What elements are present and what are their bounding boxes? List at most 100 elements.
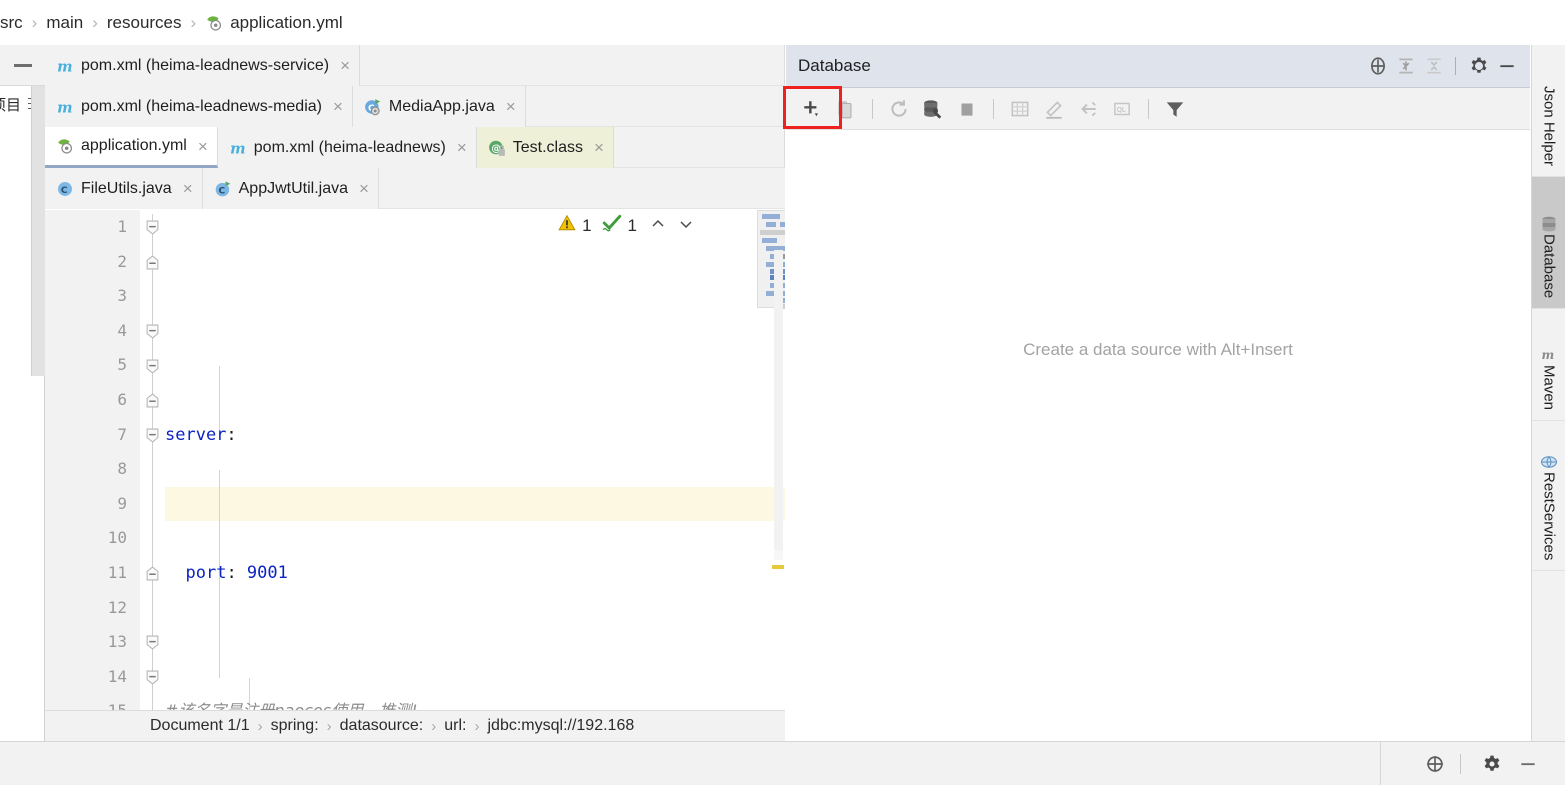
svg-text:m: m bbox=[1542, 348, 1555, 362]
inspection-ok-icon[interactable] bbox=[602, 214, 622, 237]
code-token: server bbox=[165, 424, 227, 445]
close-icon[interactable]: × bbox=[506, 98, 516, 115]
close-icon[interactable]: × bbox=[457, 139, 467, 156]
chevron-right-icon: › bbox=[326, 717, 332, 735]
close-icon[interactable]: × bbox=[594, 139, 604, 156]
breadcrumb-item-resources[interactable]: resources bbox=[107, 13, 182, 33]
structure-crumb-spring[interactable]: spring: bbox=[271, 717, 319, 735]
structure-crumb-url[interactable]: url: bbox=[444, 717, 466, 735]
editor-tab-pom-leadnews[interactable]: m pom.xml (heima-leadnews) × bbox=[217, 127, 477, 168]
warning-count: 1 bbox=[582, 215, 592, 235]
fold-marker-end[interactable] bbox=[145, 566, 160, 581]
scrollbar-thumb[interactable] bbox=[774, 250, 783, 550]
line-number: 6 bbox=[117, 390, 127, 409]
sidebar-item-json-helper[interactable]: Json Helper bbox=[1532, 45, 1565, 177]
editor-tab-mediaapp-java[interactable]: C MediaApp.java × bbox=[352, 86, 526, 127]
chevron-right-icon: › bbox=[190, 12, 197, 32]
fold-marker-end[interactable] bbox=[145, 393, 160, 408]
hide-minimize-icon[interactable] bbox=[1494, 53, 1520, 79]
fold-marker-collapse[interactable] bbox=[145, 220, 160, 235]
close-icon[interactable]: × bbox=[183, 180, 193, 197]
chevron-right-icon: › bbox=[474, 717, 480, 735]
breadcrumb-item-application-yml[interactable]: application.yml bbox=[205, 13, 343, 33]
fold-marker-end[interactable] bbox=[145, 255, 160, 270]
code-line-1: server: bbox=[165, 418, 785, 453]
code-text[interactable]: server: port: 9001 #该名字是注册naocos使用，推测! s… bbox=[165, 210, 785, 741]
gear-icon[interactable] bbox=[1477, 749, 1507, 779]
fold-marker-collapse[interactable] bbox=[145, 635, 160, 650]
editor-tab-test-class[interactable]: @ Test.class × bbox=[476, 127, 614, 168]
status-divider bbox=[1460, 753, 1461, 774]
duplicate-button[interactable] bbox=[830, 94, 862, 124]
editor-tab-pom-media[interactable]: m pom.xml (heima-leadnews-media) × bbox=[45, 86, 353, 127]
database-panel-header: Database bbox=[786, 45, 1530, 88]
add-data-source-button[interactable] bbox=[796, 94, 828, 124]
open-table-editor-button[interactable] bbox=[1004, 94, 1036, 124]
code-token: : bbox=[226, 562, 247, 583]
editor-region: m pom.xml (heima-leadnews-service) × m p… bbox=[45, 45, 785, 741]
inspection-ok-count: 1 bbox=[627, 215, 637, 235]
chevron-up-icon[interactable] bbox=[647, 216, 669, 236]
right-tool-strip: Json Helper Database Maven m RestService… bbox=[1531, 45, 1565, 741]
structure-crumb-url-value[interactable]: jdbc:mysql://192.168 bbox=[487, 717, 634, 735]
breadcrumb-item-src[interactable]: src bbox=[0, 13, 23, 33]
toolbar-divider bbox=[1455, 57, 1456, 75]
collapse-all-icon[interactable] bbox=[1421, 53, 1447, 79]
jump-to-editor-button[interactable] bbox=[1072, 94, 1104, 124]
inspection-widget: 1 1 bbox=[558, 214, 697, 237]
chevron-down-icon[interactable] bbox=[675, 216, 697, 236]
line-number: 4 bbox=[117, 320, 127, 340]
close-icon[interactable]: × bbox=[333, 98, 343, 115]
editor-tab-pom-service[interactable]: m pom.xml (heima-leadnews-service) × bbox=[45, 45, 361, 86]
locate-target-icon[interactable] bbox=[1365, 53, 1391, 79]
code-editor[interactable]: 1 2 3 4 5 6 7 8 9 10 11 12 13 14 15 bbox=[45, 210, 785, 741]
database-toolbar: QL bbox=[786, 88, 1530, 130]
line-number: 13 bbox=[107, 632, 127, 652]
document-position[interactable]: Document 1/1 bbox=[150, 717, 250, 735]
sidebar-item-database[interactable]: Database bbox=[1532, 177, 1565, 309]
warning-marker-tick[interactable] bbox=[772, 565, 784, 569]
svg-text:m: m bbox=[57, 58, 72, 74]
sidebar-item-label: Database bbox=[1540, 233, 1558, 298]
hide-minimize-icon[interactable] bbox=[1513, 749, 1543, 779]
fold-marker-collapse[interactable] bbox=[145, 324, 160, 339]
fold-marker-collapse[interactable] bbox=[145, 428, 160, 443]
stop-button[interactable] bbox=[951, 94, 983, 124]
tab-row-filler bbox=[378, 168, 785, 208]
editor-tab-appjwtutil-java[interactable]: C AppJwtUtil.java × bbox=[202, 168, 379, 209]
editor-tab-fileutils-java[interactable]: C FileUtils.java × bbox=[45, 168, 203, 209]
line-number: 2 bbox=[117, 251, 127, 271]
code-folding-gutter[interactable] bbox=[140, 210, 165, 741]
line-number: 7 bbox=[117, 424, 127, 444]
refresh-button[interactable] bbox=[883, 94, 915, 124]
editor-tab-row: m pom.xml (heima-leadnews-media) × C Med… bbox=[45, 86, 785, 127]
close-icon[interactable]: × bbox=[359, 180, 369, 197]
warning-triangle-icon[interactable] bbox=[558, 214, 576, 237]
sync-settings-button[interactable] bbox=[917, 94, 949, 124]
sidebar-item-restservices[interactable]: RestServices bbox=[1532, 421, 1565, 571]
database-cylinder-icon bbox=[1539, 214, 1559, 234]
line-number: 9 bbox=[117, 493, 127, 513]
collapse-panel-button[interactable] bbox=[0, 45, 45, 86]
breadcrumb-item-main[interactable]: main bbox=[46, 13, 83, 33]
filter-button[interactable] bbox=[1159, 94, 1191, 124]
fold-marker-collapse[interactable] bbox=[145, 670, 160, 685]
editor-structure-breadcrumb: Document 1/1 › spring: › datasource: › u… bbox=[45, 710, 785, 741]
sidebar-item-maven[interactable]: Maven m bbox=[1532, 309, 1565, 421]
open-query-console-button[interactable]: QL bbox=[1106, 94, 1138, 124]
sidebar-item-label: 项目 bbox=[0, 97, 22, 114]
editor-tab-application-yml[interactable]: application.yml × bbox=[45, 127, 218, 168]
close-icon[interactable]: × bbox=[198, 138, 208, 155]
annotation-class-icon: @ bbox=[488, 139, 506, 157]
gear-icon[interactable] bbox=[1466, 53, 1492, 79]
editor-vertical-scrollbar[interactable] bbox=[774, 250, 783, 560]
structure-crumb-datasource[interactable]: datasource: bbox=[340, 717, 424, 735]
expand-all-icon[interactable] bbox=[1393, 53, 1419, 79]
project-panel-scrollbar[interactable] bbox=[31, 86, 45, 376]
fold-marker-collapse[interactable] bbox=[145, 359, 160, 374]
close-icon[interactable]: × bbox=[340, 57, 350, 74]
modify-object-button[interactable] bbox=[1038, 94, 1070, 124]
toolbar-divider bbox=[993, 98, 994, 119]
locate-target-icon[interactable] bbox=[1420, 749, 1450, 779]
